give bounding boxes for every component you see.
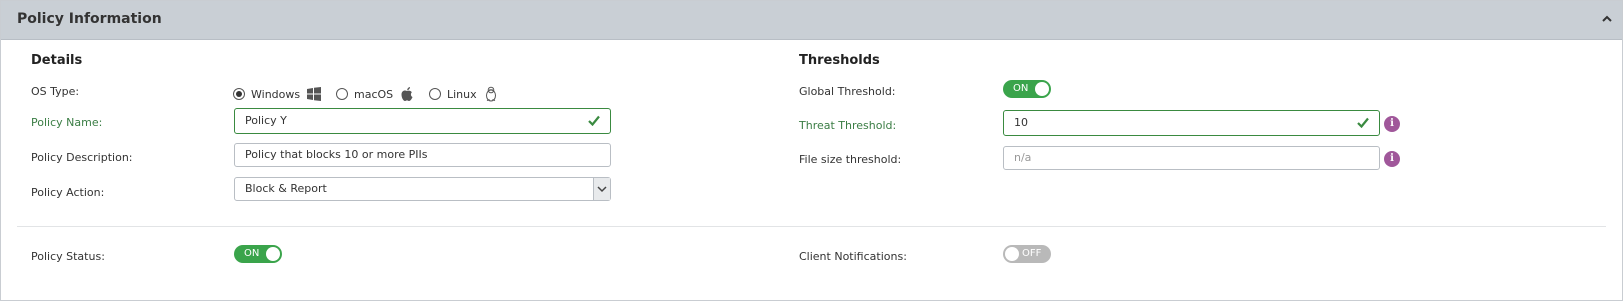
toggle-knob bbox=[1005, 247, 1019, 261]
toggle-knob bbox=[1035, 82, 1049, 96]
policy-information-panel: Policy Information Details OS Type: Wind… bbox=[0, 0, 1623, 301]
policy-status-label: Policy Status: bbox=[31, 250, 105, 263]
macos-radio[interactable] bbox=[336, 88, 348, 100]
client-notifications-toggle[interactable]: OFF bbox=[1003, 245, 1051, 263]
file-size-threshold-input[interactable]: n/a bbox=[1003, 146, 1380, 170]
policy-name-label: Policy Name: bbox=[31, 116, 103, 129]
linux-radio[interactable] bbox=[429, 88, 441, 100]
policy-name-input[interactable]: Policy Y bbox=[234, 108, 611, 134]
client-notifications-toggle-state: OFF bbox=[1022, 248, 1042, 259]
macos-label: macOS bbox=[354, 87, 394, 101]
os-option-linux[interactable]: Linux bbox=[429, 85, 499, 103]
select-dropdown-button[interactable] bbox=[593, 178, 610, 200]
os-option-macos[interactable]: macOS bbox=[336, 85, 415, 103]
policy-description-label: Policy Description: bbox=[31, 151, 133, 164]
global-threshold-label: Global Threshold: bbox=[799, 85, 896, 98]
global-threshold-toggle-state: ON bbox=[1013, 83, 1029, 94]
threat-threshold-value: 10 bbox=[1014, 116, 1028, 129]
details-heading: Details bbox=[31, 53, 83, 68]
policy-status-toggle[interactable]: ON bbox=[234, 245, 282, 263]
panel-header[interactable]: Policy Information bbox=[1, 1, 1622, 40]
client-notifications-label: Client Notifications: bbox=[799, 250, 907, 263]
windows-label: Windows bbox=[251, 87, 301, 101]
policy-description-value: Policy that blocks 10 or more PIIs bbox=[245, 148, 428, 161]
policy-description-input[interactable]: Policy that blocks 10 or more PIIs bbox=[234, 143, 611, 167]
policy-action-label: Policy Action: bbox=[31, 186, 105, 199]
os-option-windows[interactable]: Windows bbox=[233, 85, 322, 103]
panel-title: Policy Information bbox=[17, 11, 162, 27]
windows-icon bbox=[307, 87, 322, 101]
policy-action-value: Block & Report bbox=[245, 182, 327, 195]
linux-label: Linux bbox=[447, 87, 477, 101]
chevron-down-icon bbox=[597, 186, 607, 193]
policy-action-select[interactable]: Block & Report bbox=[234, 177, 611, 201]
toggle-knob bbox=[266, 247, 280, 261]
chevron-up-icon[interactable] bbox=[1602, 15, 1612, 23]
file-size-threshold-placeholder: n/a bbox=[1014, 151, 1032, 164]
linux-icon bbox=[485, 86, 496, 102]
check-icon bbox=[588, 115, 600, 126]
threat-threshold-label: Threat Threshold: bbox=[799, 119, 897, 132]
windows-radio[interactable] bbox=[233, 88, 245, 100]
threat-threshold-input[interactable]: 10 bbox=[1003, 110, 1380, 136]
threat-threshold-info-icon[interactable]: i bbox=[1384, 116, 1400, 132]
section-divider bbox=[17, 226, 1606, 227]
check-icon bbox=[1357, 117, 1369, 128]
policy-name-value: Policy Y bbox=[245, 114, 287, 127]
thresholds-heading: Thresholds bbox=[799, 53, 880, 68]
global-threshold-toggle[interactable]: ON bbox=[1003, 80, 1051, 98]
os-type-label: OS Type: bbox=[31, 85, 80, 98]
apple-icon bbox=[401, 87, 413, 101]
file-size-threshold-info-icon[interactable]: i bbox=[1384, 151, 1400, 167]
file-size-threshold-label: File size threshold: bbox=[799, 153, 902, 166]
policy-status-toggle-state: ON bbox=[244, 248, 260, 259]
